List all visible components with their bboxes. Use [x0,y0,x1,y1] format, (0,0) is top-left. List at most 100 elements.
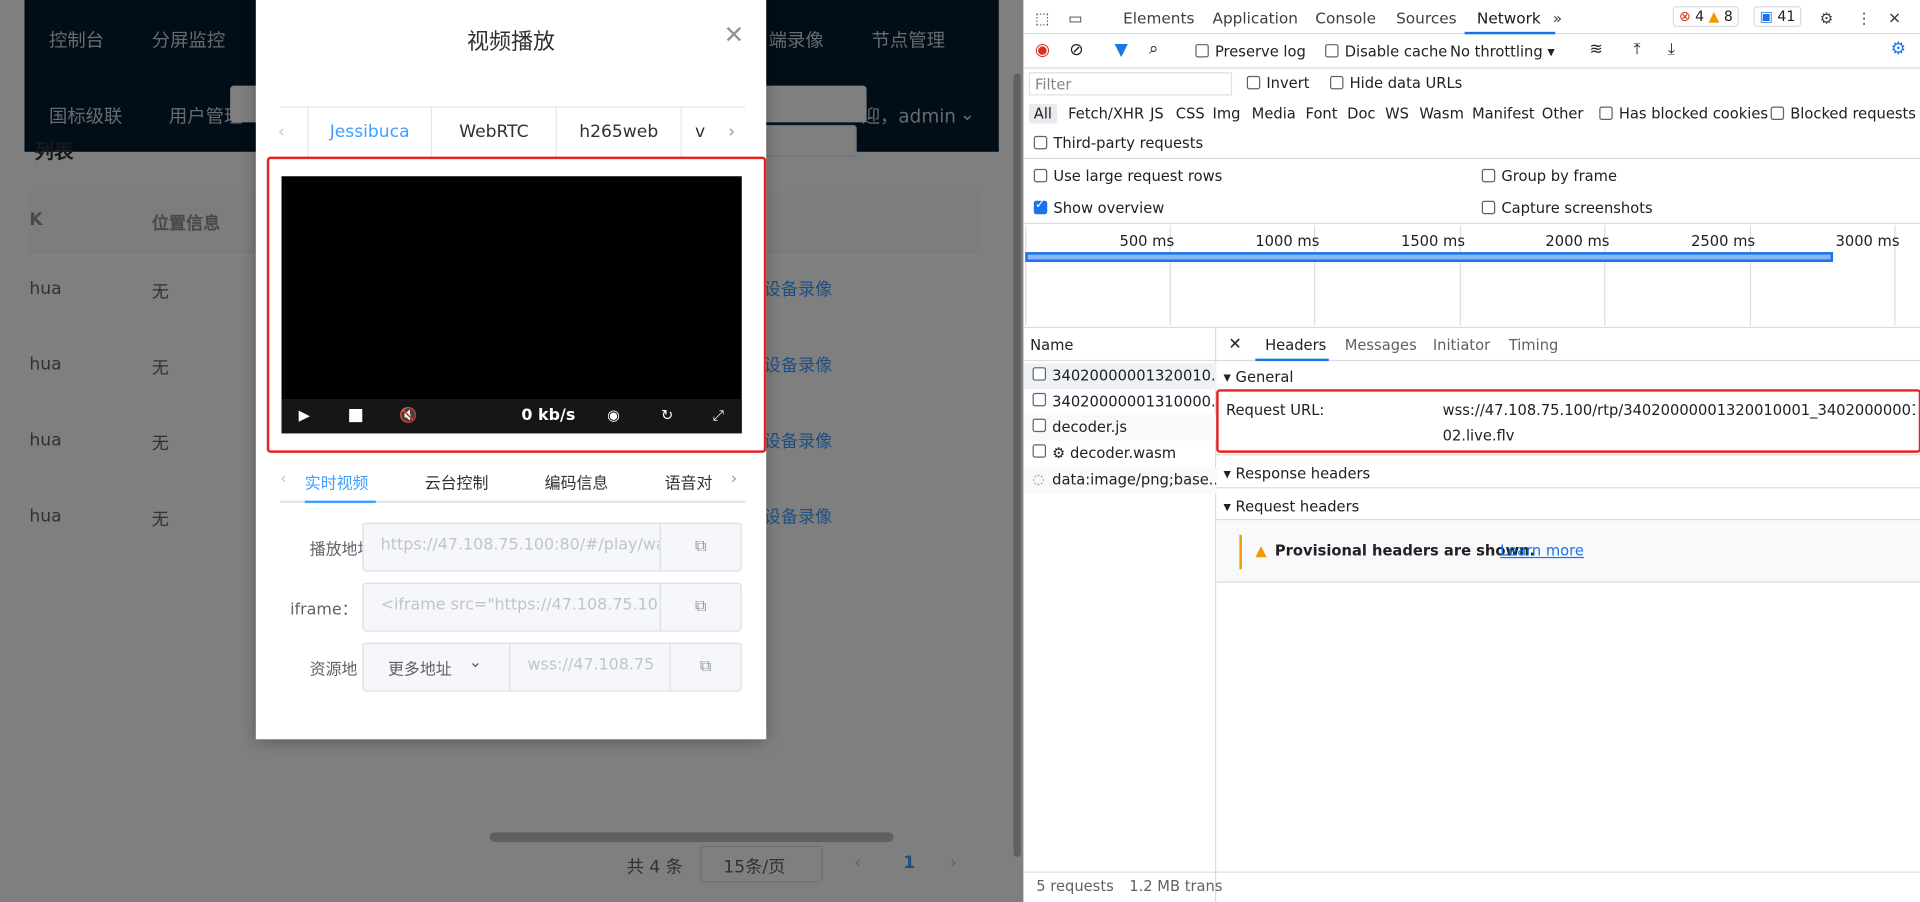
close-icon[interactable]: ✕ [1228,335,1241,353]
stop-icon[interactable]: ■ [348,405,364,425]
request-row[interactable]: 34020000001320010... [1024,363,1217,390]
inspect-icon[interactable]: ⬚ [1035,9,1049,27]
tab-jessibuca[interactable]: Jessibuca [307,107,433,158]
timeline-overview[interactable]: 500 ms 1000 ms 1500 ms 2000 ms 2500 ms 3… [1024,225,1920,329]
iframe-field[interactable]: <iframe src="https://47.108.75.10 ⧉ [362,582,742,632]
detail-tabs: ✕ Headers Messages Initiator Timing [1216,328,1920,362]
search-icon[interactable]: ⌕ [1149,39,1159,59]
filter-icon[interactable]: ▼ [1115,40,1128,60]
filter-img[interactable]: Img [1212,105,1240,122]
tab-live-video[interactable]: 实时视频 [305,470,369,493]
tab-timing[interactable]: Timing [1509,337,1559,354]
chevron-right-icon[interactable]: › [728,122,735,142]
play-url-field[interactable]: https://47.108.75.100:80/#/play/wa ⧉ [362,522,742,572]
tab-application[interactable]: Application [1212,9,1297,27]
request-url-value-cont[interactable]: 02.live.flv [1443,427,1515,444]
name-column-header[interactable]: Name [1024,328,1217,362]
more-menu-icon[interactable]: ⋮ [1856,9,1871,27]
learn-more-link[interactable]: Learn more [1500,542,1584,559]
issue-badges[interactable]: ⊗ 4 ▲ 8 [1672,6,1739,27]
tab-messages[interactable]: Messages [1345,337,1417,354]
fullscreen-icon[interactable]: ⤢ [712,406,724,424]
preserve-log-checkbox[interactable]: Preserve log [1195,43,1306,60]
copy-icon[interactable]: ⧉ [669,643,741,691]
filter-doc[interactable]: Doc [1347,105,1375,122]
network-toolbar: ◉ ⊘ ▼ ⌕ Preserve log Disable cache No th… [1024,34,1920,69]
request-row[interactable]: ⚙ decoder.wasm [1024,441,1216,467]
copy-icon[interactable]: ⧉ [659,523,741,571]
device-toggle-icon[interactable]: ▭ [1068,9,1082,27]
info-tabs: ‹ 实时视频 云台控制 编码信息 语音对 › [280,463,746,504]
refresh-icon[interactable]: ↻ [661,406,673,423]
resource-field[interactable]: 更多地址 ⌄ wss://47.108.75 ⧉ [362,642,742,692]
capture-screenshots-checkbox[interactable]: Capture screenshots [1481,200,1653,217]
filter-manifest[interactable]: Manifest [1472,105,1535,122]
more-address-select[interactable]: 更多地址 ⌄ [364,643,511,691]
play-icon[interactable]: ▶ [299,406,310,423]
highlight-request-url [1216,389,1920,453]
clear-icon[interactable]: ⊘ [1069,40,1083,60]
tick-label: 3000 ms [1835,232,1900,250]
invert-label: Invert [1266,74,1310,92]
filter-input[interactable]: Filter [1028,72,1233,96]
hide-data-urls-checkbox[interactable]: Hide data URLs [1330,75,1462,92]
network-conditions-icon[interactable]: ≋ [1589,40,1602,58]
more-tabs-icon[interactable]: » [1553,9,1562,27]
filter-media[interactable]: Media [1252,105,1296,122]
filter-all[interactable]: All [1028,104,1057,124]
third-party-checkbox[interactable]: Third-party requests [1033,135,1203,152]
tab-more[interactable]: v [682,108,719,158]
request-row[interactable]: ◌ data:image/png;base... [1024,467,1217,494]
filter-ws[interactable]: WS [1385,105,1409,122]
copy-icon[interactable]: ⧉ [659,583,741,631]
request-url-value[interactable]: wss://47.108.75.100/rtp/3402000000132001… [1443,401,1915,418]
tab-console[interactable]: Console [1315,9,1376,27]
filter-css[interactable]: CSS [1176,105,1205,122]
upload-icon[interactable]: ⤒ [1634,40,1641,58]
chevron-right-icon[interactable]: › [731,470,737,488]
invert-checkbox[interactable]: Invert [1246,74,1310,92]
tab-ptz-control[interactable]: 云台控制 [425,470,489,493]
bitrate-readout: 0 kb/s [521,406,576,425]
player-controls: ▶ ■ 🔇 0 kb/s ◉ ↻ ⤢ [281,399,742,434]
tab-webrtc[interactable]: WebRTC [432,107,557,158]
video-player[interactable]: ▶ ■ 🔇 0 kb/s ◉ ↻ ⤢ [281,176,742,434]
show-overview-checkbox[interactable]: Show overview [1033,198,1164,217]
tab-voice[interactable]: 语音对 [665,470,713,493]
chevron-left-icon[interactable]: ‹ [278,122,285,142]
chevron-left-icon[interactable]: ‹ [280,470,286,488]
tab-headers[interactable]: Headers [1265,337,1326,354]
filter-other[interactable]: Other [1542,105,1584,122]
blocked-cookies-checkbox[interactable]: Has blocked cookies [1599,105,1768,122]
tab-sources[interactable]: Sources [1396,9,1457,27]
request-headers-section[interactable]: ▾ Request headers [1216,487,1920,519]
filter-font[interactable]: Font [1306,105,1338,122]
filter-js[interactable]: JS [1150,105,1164,122]
request-row[interactable]: decoder.js [1024,414,1217,441]
tab-network[interactable]: Network [1477,9,1541,27]
download-icon[interactable]: ⤓ [1668,40,1675,58]
filter-fetch-xhr[interactable]: Fetch/XHR [1068,105,1144,122]
settings-icon[interactable]: ⚙ [1820,9,1834,27]
throttling-select[interactable]: No throttling ▾ [1450,43,1555,60]
tab-elements[interactable]: Elements [1123,9,1194,27]
response-headers-section[interactable]: ▾ Response headers [1216,454,1920,486]
tab-h265web[interactable]: h265web [557,107,682,158]
message-badge[interactable]: ▣ 41 [1753,6,1802,27]
tab-initiator[interactable]: Initiator [1433,337,1490,354]
close-icon[interactable]: ✕ [1888,9,1901,27]
mute-icon[interactable]: 🔇 [399,406,417,423]
tab-codec-info[interactable]: 编码信息 [545,470,609,493]
network-settings-icon[interactable]: ⚙ [1891,39,1906,59]
general-section-header[interactable]: ▾ General [1224,368,1920,385]
disable-cache-checkbox[interactable]: Disable cache [1325,43,1447,60]
group-by-frame-label: Group by frame [1501,167,1617,185]
group-by-frame-checkbox[interactable]: Group by frame [1481,167,1617,185]
close-icon[interactable]: ✕ [724,22,745,46]
record-icon[interactable]: ◉ [1035,40,1050,60]
filter-wasm[interactable]: Wasm [1419,105,1464,122]
blocked-requests-checkbox[interactable]: Blocked requests [1770,105,1916,122]
request-row[interactable]: 34020000001310000... [1024,389,1216,415]
screenshot-icon[interactable]: ◉ [607,406,620,423]
large-rows-checkbox[interactable]: Use large request rows [1033,168,1222,185]
